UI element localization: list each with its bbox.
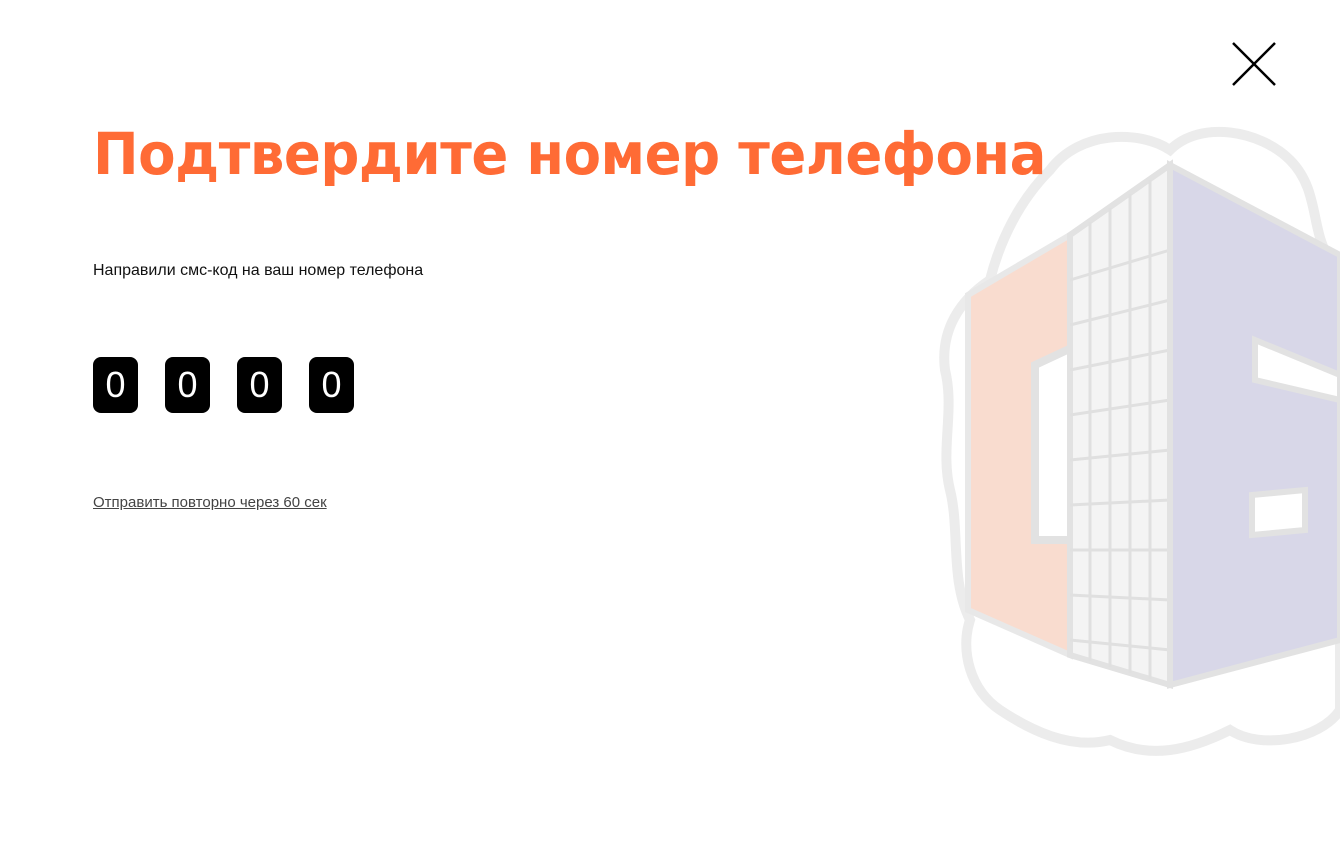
sms-sent-notice: Направили смс-код на ваш номер телефона (93, 262, 424, 279)
sms-confirmation-modal: Подтвердите номер телефона Направили смс… (0, 0, 1340, 858)
resend-code-link[interactable]: Отправить повторно через 60 сек (93, 493, 327, 513)
close-icon[interactable] (1228, 38, 1280, 90)
code-digit-2[interactable] (165, 357, 210, 413)
sms-code-inputs (93, 357, 354, 413)
code-digit-3[interactable] (237, 357, 282, 413)
code-digit-1[interactable] (93, 357, 138, 413)
background-logo-icon (939, 126, 1340, 756)
code-digit-4[interactable] (309, 357, 354, 413)
page-title: Подтвердите номер телефона (93, 120, 1046, 188)
